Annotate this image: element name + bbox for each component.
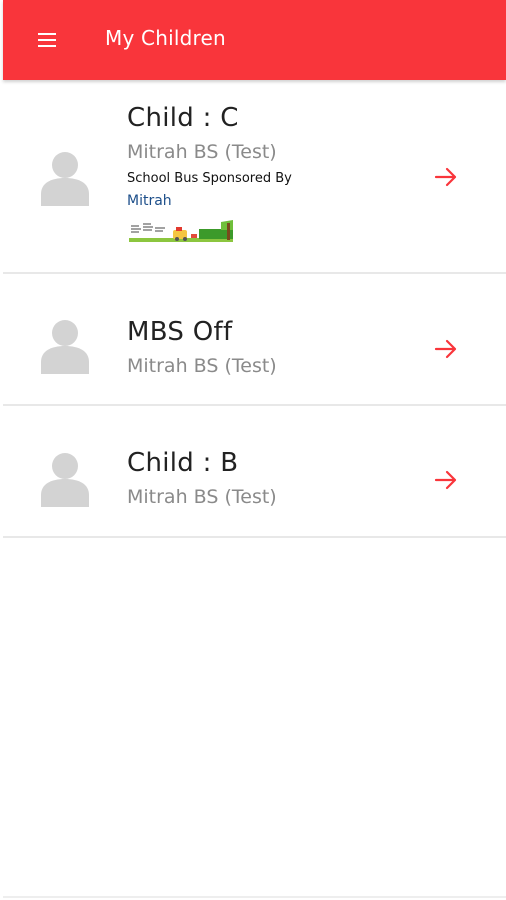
child-name: MBS Off xyxy=(127,317,233,347)
child-list-item[interactable]: Child : B Mitrah BS (Test) xyxy=(3,406,506,538)
school-name: Mitrah BS (Test) xyxy=(127,486,277,508)
child-name: Child : C xyxy=(127,103,239,133)
hamburger-menu-icon[interactable] xyxy=(35,28,59,52)
sponsor-link[interactable]: Mitrah xyxy=(127,193,172,209)
child-name: Child : B xyxy=(127,448,239,478)
arrow-right-icon[interactable] xyxy=(433,336,459,362)
menu-line xyxy=(38,39,56,41)
avatar-placeholder-icon xyxy=(41,453,89,507)
arrow-right-icon[interactable] xyxy=(433,164,459,190)
menu-line xyxy=(38,45,56,47)
child-list-item[interactable]: Child : C Mitrah BS (Test) School Bus Sp… xyxy=(3,81,506,274)
sponsor-label: School Bus Sponsored By xyxy=(127,171,292,186)
children-list: Child : C Mitrah BS (Test) School Bus Sp… xyxy=(3,81,506,538)
sponsor-banner-image[interactable] xyxy=(129,218,233,245)
child-list-item[interactable]: MBS Off Mitrah BS (Test) xyxy=(3,274,506,406)
avatar-placeholder-icon xyxy=(41,152,89,206)
avatar-placeholder-icon xyxy=(41,320,89,374)
page-title: My Children xyxy=(105,26,226,50)
arrow-right-icon[interactable] xyxy=(433,467,459,493)
menu-line xyxy=(38,33,56,35)
school-name: Mitrah BS (Test) xyxy=(127,141,277,163)
school-name: Mitrah BS (Test) xyxy=(127,355,277,377)
app-bar: My Children xyxy=(3,0,506,80)
bottom-divider xyxy=(3,896,506,898)
